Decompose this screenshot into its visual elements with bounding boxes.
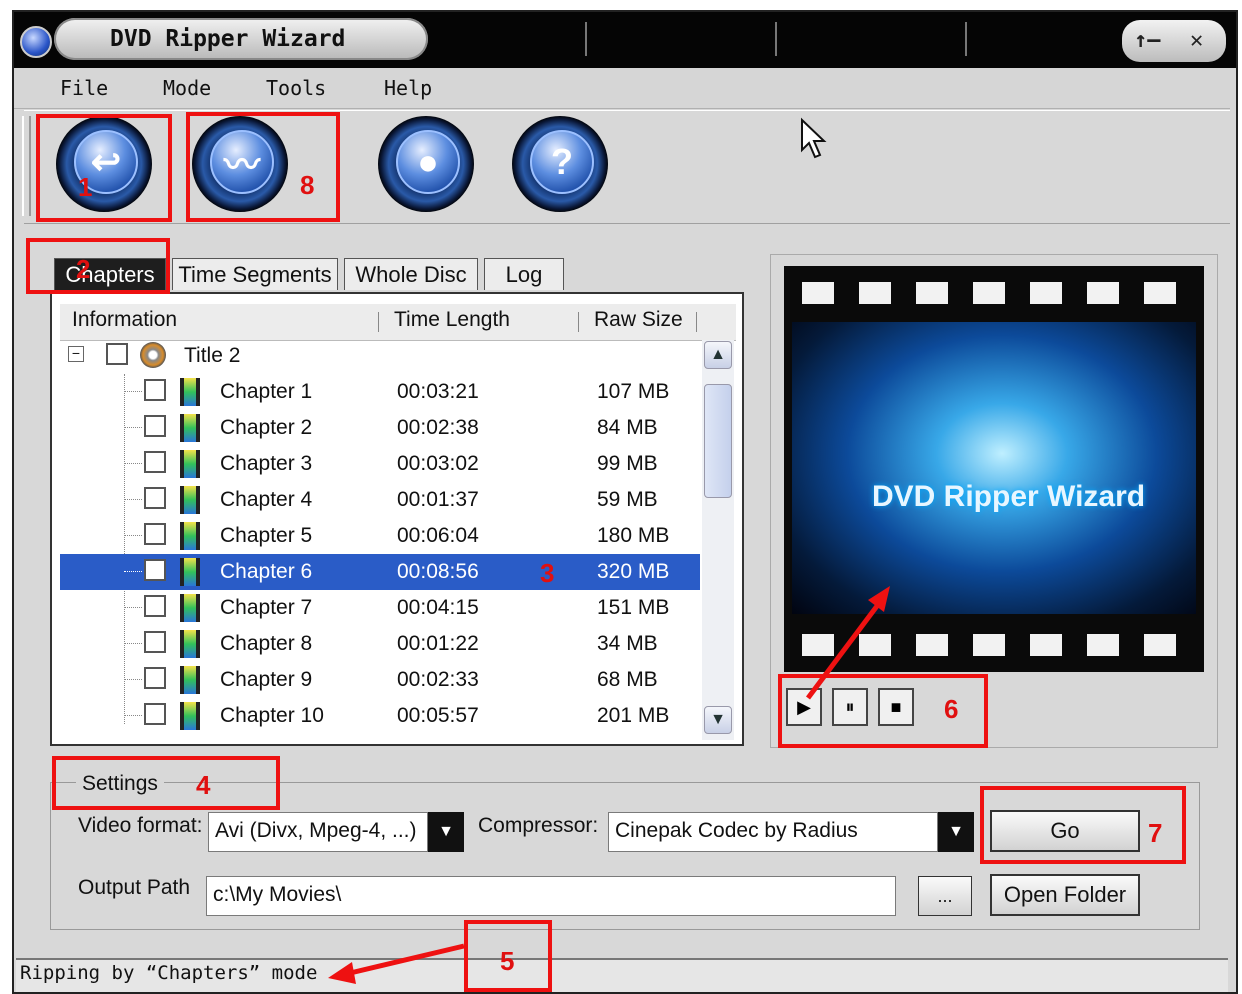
annotation-arrowhead (868, 586, 890, 612)
annotation-arrow (345, 943, 465, 977)
annotation-arrows (328, 586, 890, 984)
annotation-arrow (806, 600, 882, 700)
annotation-arrowhead (328, 962, 356, 984)
